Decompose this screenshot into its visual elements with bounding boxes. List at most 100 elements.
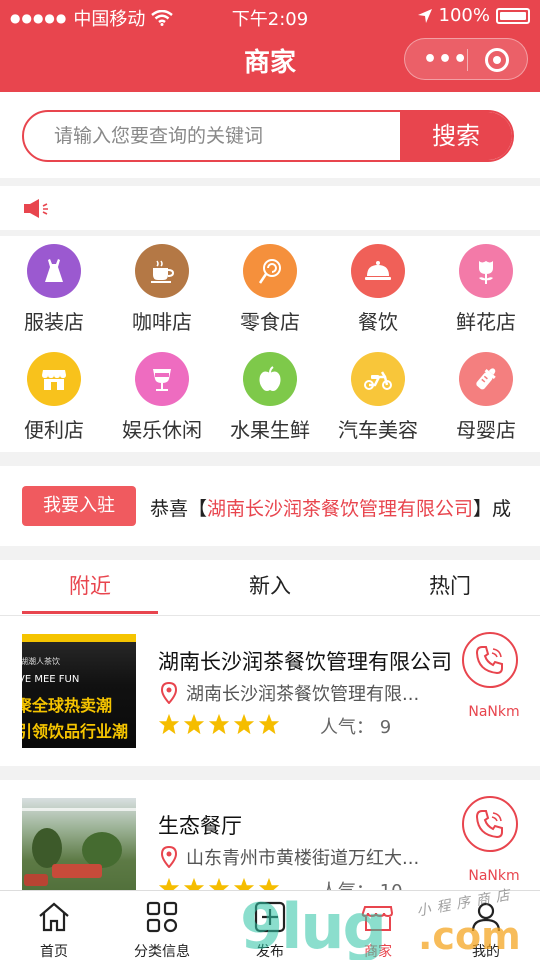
call-button[interactable] (462, 796, 518, 852)
announcement-suffix: 】成 (473, 498, 512, 520)
popularity-value: 9 (379, 717, 392, 738)
shop-icon (361, 906, 394, 931)
store-address-text: 山东青州市黄楼街道万红大... (186, 848, 420, 869)
nav-merchant[interactable]: 商家 (324, 891, 432, 960)
speaker-icon (24, 199, 48, 218)
category-icon-bg (27, 352, 81, 406)
battery-percent: 100% (438, 5, 490, 26)
popularity: 人气： 9 (320, 713, 391, 739)
nav-label: 商家 (364, 944, 392, 960)
category-label: 便利店 (24, 418, 84, 442)
location-arrow-icon (417, 8, 432, 23)
user-icon (471, 902, 501, 932)
category-item[interactable]: 娱乐休闲 (108, 344, 216, 452)
nav-label: 分类信息 (134, 944, 190, 960)
miniprogram-capsule: ••• (404, 38, 528, 80)
category-item[interactable]: 餐饮 (324, 236, 432, 344)
category-grid: 服装店 咖啡店 零食店 餐饮 鲜花店 便利店 娱乐休闲 水果生鲜 汽车美容 母婴… (0, 236, 540, 452)
nav-home[interactable]: 首页 (0, 891, 108, 960)
nav-label: 发布 (256, 944, 284, 960)
tab-hot[interactable]: 热门 (360, 560, 540, 616)
search-section: 搜索 (0, 92, 540, 178)
store-distance: NaNkm (468, 704, 520, 720)
cocktail-icon (153, 369, 171, 391)
thumb-caption: 聚全球热卖潮 (22, 696, 113, 715)
notice-bar (0, 186, 540, 230)
location-pin-icon (160, 846, 178, 868)
category-item[interactable]: 水果生鲜 (216, 344, 324, 452)
popularity-label: 人气： (320, 717, 374, 738)
star-icon (183, 713, 205, 735)
category-label: 鲜花店 (456, 310, 516, 334)
battery-icon (496, 7, 530, 24)
category-item[interactable]: 便利店 (0, 344, 108, 452)
store-icon (42, 370, 66, 390)
category-icon-bg (459, 244, 513, 298)
category-icon-bg (351, 352, 405, 406)
category-label: 汽车美容 (338, 418, 418, 442)
lollipop-icon (258, 259, 281, 284)
status-bar: ●●●●● 中国移动 下午2:09 100% (0, 0, 540, 32)
category-item[interactable]: 鲜花店 (432, 236, 540, 344)
category-label: 服装店 (24, 310, 84, 334)
capsule-divider (467, 49, 468, 71)
star-icon (208, 713, 230, 735)
category-icon-bg (243, 244, 297, 298)
rose-icon (479, 261, 493, 284)
category-label: 娱乐休闲 (122, 418, 202, 442)
category-icon-bg (243, 352, 297, 406)
join-bar: 我要入驻 恭喜【湖南长沙润茶餐饮管理有限公司】成 (0, 466, 540, 546)
category-icon-bg (459, 352, 513, 406)
dress-icon (45, 259, 63, 282)
location-pin-icon (160, 682, 178, 704)
star-icon (233, 713, 255, 735)
announcement-marquee: 恭喜【湖南长沙润茶餐饮管理有限公司】成 (150, 494, 511, 521)
plus-square-icon (254, 901, 286, 933)
store-card[interactable]: 生态餐厅 山东青州市黄楼街道万红大... 人气： 10 NaNkm (0, 780, 540, 912)
category-label: 咖啡店 (132, 310, 192, 334)
store-address: 山东青州市黄楼街道万红大... (160, 844, 419, 870)
nav-label: 首页 (40, 944, 68, 960)
scooter-icon (364, 371, 392, 390)
filter-tabs: 附近 新入 热门 (0, 560, 540, 616)
home-icon (39, 902, 69, 932)
category-icon-bg (351, 244, 405, 298)
category-icon-bg (135, 244, 189, 298)
category-item[interactable]: 服装店 (0, 236, 108, 344)
category-item[interactable]: 零食店 (216, 236, 324, 344)
store-name[interactable]: 生态餐厅 (158, 810, 242, 840)
thumb-caption: VE MEE FUN (22, 674, 80, 685)
tab-new[interactable]: 新入 (180, 560, 360, 616)
store-card[interactable]: 湖潮人茶饮 VE MEE FUN 聚全球热卖潮 引领饮品行业潮 湖南长沙润茶餐饮… (0, 616, 540, 766)
nav-mine[interactable]: 我的 (432, 891, 540, 960)
close-target-icon[interactable] (485, 48, 509, 72)
category-item[interactable]: 汽车美容 (324, 344, 432, 452)
search-input[interactable] (24, 112, 400, 160)
nav-label: 我的 (472, 944, 500, 960)
phone-icon (475, 646, 503, 675)
thumb-caption: 引领饮品行业潮 (22, 722, 129, 741)
coffee-cup-icon (151, 260, 175, 283)
category-item[interactable]: 母婴店 (432, 344, 540, 452)
search-button[interactable]: 搜索 (400, 112, 512, 160)
store-distance: NaNkm (468, 868, 520, 884)
tab-nearby[interactable]: 附近 (0, 560, 180, 616)
category-label: 零食店 (240, 310, 300, 334)
category-item[interactable]: 咖啡店 (108, 236, 216, 344)
join-button[interactable]: 我要入驻 (22, 486, 136, 526)
phone-icon (475, 810, 503, 839)
nav-category[interactable]: 分类信息 (108, 891, 216, 960)
thumb-caption: 湖潮人茶饮 (22, 657, 60, 666)
nav-publish[interactable]: 发布 (216, 891, 324, 960)
call-button[interactable] (462, 632, 518, 688)
announcement-company[interactable]: 湖南长沙润茶餐饮管理有限公司 (207, 498, 473, 520)
grid-icon (146, 901, 178, 933)
announcement-prefix: 恭喜【 (150, 498, 208, 520)
star-icon (258, 713, 280, 735)
more-dots-icon[interactable]: ••• (423, 47, 468, 72)
category-label: 餐饮 (358, 310, 398, 334)
store-address: 湖南长沙润茶餐饮管理有限... (160, 680, 419, 706)
food-cloche-icon (365, 261, 391, 280)
store-name[interactable]: 湖南长沙润茶餐饮管理有限公司 (158, 646, 452, 676)
star-rating (158, 713, 280, 735)
